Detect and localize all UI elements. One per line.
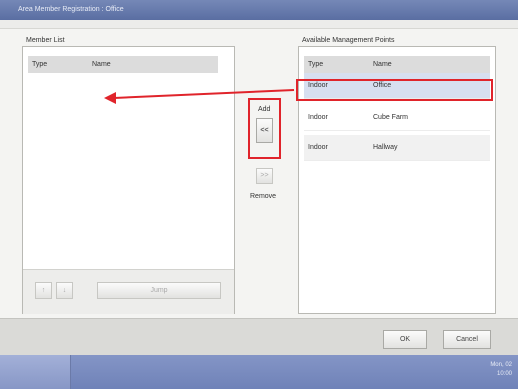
taskbar: Mon, 02 10:00: [0, 355, 518, 389]
remove-button[interactable]: >>: [256, 168, 273, 184]
member-list-header: Type Name: [28, 56, 218, 73]
row-type: Indoor: [308, 114, 328, 121]
member-list-label: Member List: [26, 37, 65, 44]
available-points-header: Type Name: [304, 56, 490, 73]
available-row-hallway[interactable]: Indoor Hallway: [304, 135, 490, 161]
available-row-office[interactable]: Indoor Office: [304, 73, 490, 99]
add-button[interactable]: <<: [256, 118, 273, 143]
start-button[interactable]: [0, 355, 71, 389]
add-label: Add: [258, 106, 271, 113]
member-list-panel: Type Name ↑ ↓ Jump: [22, 46, 235, 314]
taskbar-clock: Mon, 02 10:00: [490, 361, 512, 379]
row-type: Indoor: [308, 82, 328, 89]
remove-label: Remove: [250, 193, 277, 200]
member-list-col-name: Name: [92, 61, 111, 68]
member-list-body[interactable]: [28, 73, 218, 258]
member-list-col-type: Type: [32, 61, 48, 68]
row-name: Cube Farm: [373, 114, 409, 121]
jump-button[interactable]: Jump: [97, 282, 221, 299]
clock-day: Mon, 02: [490, 362, 512, 368]
ok-button[interactable]: OK: [383, 330, 427, 349]
top-strip: [0, 20, 518, 29]
row-name: Hallway: [373, 144, 398, 151]
clock-time: 10:00: [496, 371, 512, 377]
window-title: Area Member Registration : Office: [0, 0, 518, 20]
available-col-type: Type: [308, 61, 324, 68]
available-col-name: Name: [373, 61, 392, 68]
available-row-cube-farm[interactable]: Indoor Cube Farm: [304, 105, 490, 131]
move-up-button[interactable]: ↑: [35, 282, 52, 299]
dialog-footer: OK Cancel: [0, 318, 518, 355]
row-name: Office: [373, 82, 392, 89]
member-list-controls: ↑ ↓ Jump: [23, 269, 234, 314]
available-points-panel: Type Name Indoor Office Indoor Cube Farm…: [298, 46, 496, 314]
area-member-registration-window: Area Member Registration : Office Member…: [0, 0, 518, 355]
cancel-button[interactable]: Cancel: [443, 330, 491, 349]
available-points-label: Available Management Points: [302, 37, 395, 44]
row-type: Indoor: [308, 144, 328, 151]
move-down-button[interactable]: ↓: [56, 282, 73, 299]
